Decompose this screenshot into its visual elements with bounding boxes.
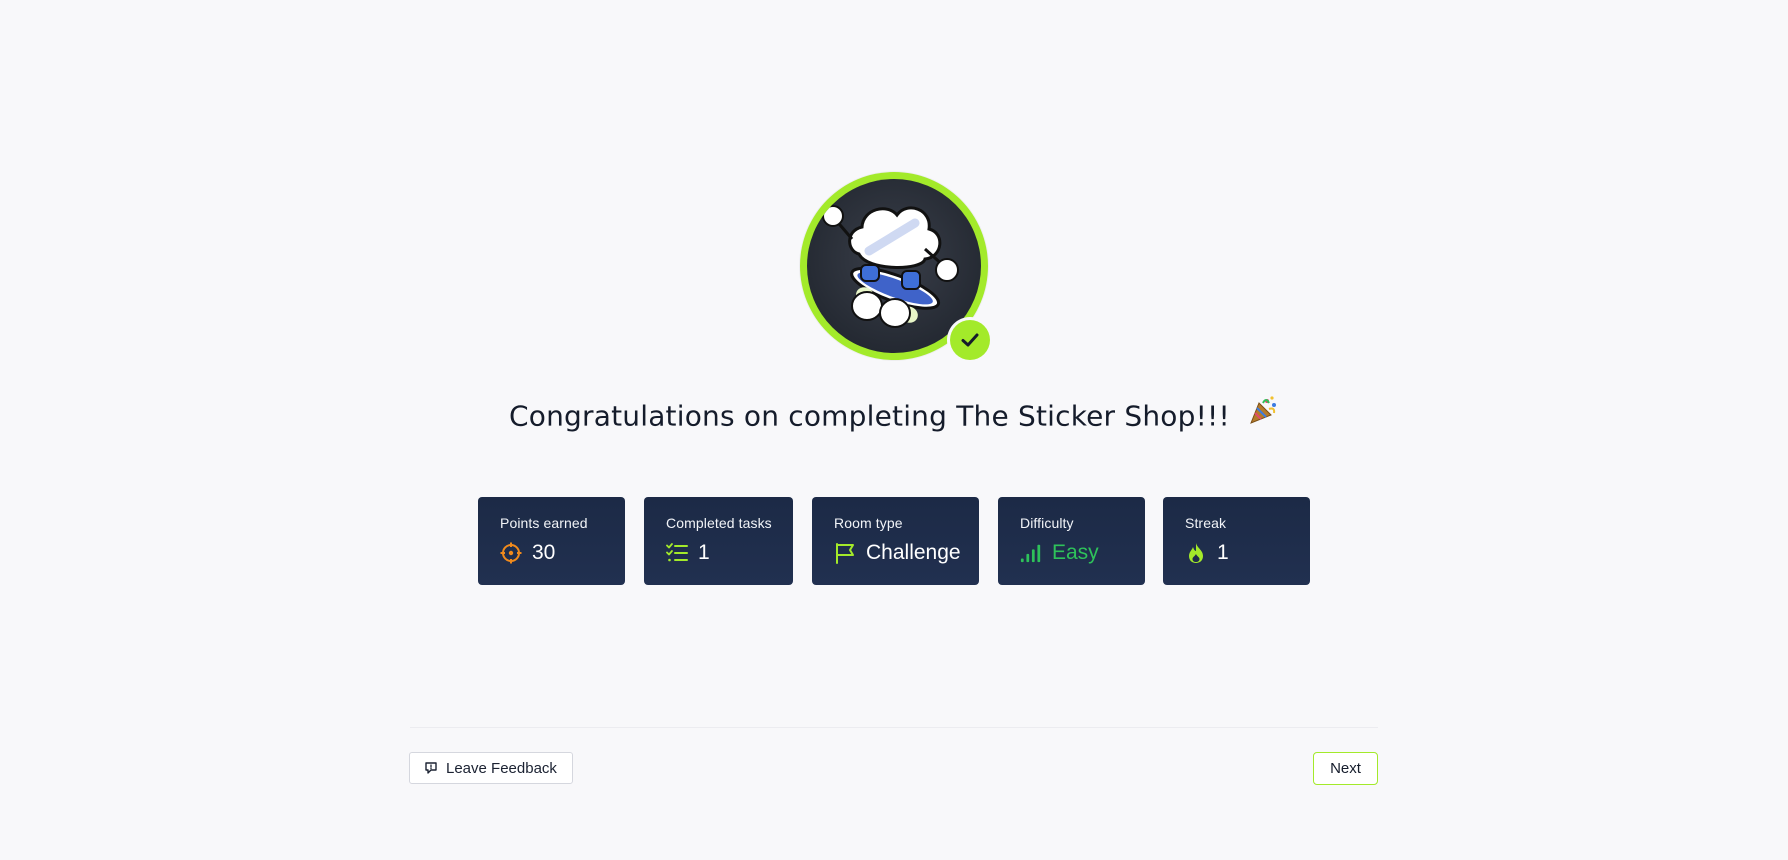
next-label: Next <box>1330 760 1361 777</box>
stat-completed-tasks: Completed tasks 1 <box>644 497 793 585</box>
stat-label: Points earned <box>500 515 588 531</box>
crosshair-icon <box>500 542 522 564</box>
stat-label: Completed tasks <box>666 515 772 531</box>
completion-title-text: Congratulations on completing The Sticke… <box>509 399 1230 433</box>
party-popper-icon <box>1247 395 1279 434</box>
stat-value: 1 <box>698 541 710 564</box>
room-completion-page: Congratulations on completing The Sticke… <box>0 0 1788 860</box>
flag-icon <box>834 542 856 564</box>
feedback-icon <box>424 761 438 775</box>
checklist-icon <box>666 542 688 564</box>
leave-feedback-button[interactable]: Leave Feedback <box>409 752 573 784</box>
stat-room-type: Room type Challenge <box>812 497 979 585</box>
stat-value: 30 <box>532 541 556 564</box>
stat-value: 1 <box>1217 541 1229 564</box>
signal-bars-icon <box>1020 542 1042 564</box>
stat-value: Easy <box>1052 541 1099 564</box>
room-badge <box>800 172 990 360</box>
stat-label: Room type <box>834 515 903 531</box>
stat-label: Streak <box>1185 515 1227 531</box>
next-button[interactable]: Next <box>1313 752 1378 785</box>
stat-streak: Streak 1 <box>1163 497 1310 585</box>
footer-divider <box>410 727 1378 728</box>
stat-label: Difficulty <box>1020 515 1074 531</box>
flame-icon <box>1185 542 1207 564</box>
stat-difficulty: Difficulty Easy <box>998 497 1145 585</box>
leave-feedback-label: Leave Feedback <box>446 759 557 777</box>
checkmark-icon <box>950 320 990 360</box>
stat-points-earned: Points earned 30 <box>478 497 625 585</box>
stat-value: Challenge <box>866 541 961 564</box>
completion-title: Congratulations on completing The Sticke… <box>0 395 1788 437</box>
